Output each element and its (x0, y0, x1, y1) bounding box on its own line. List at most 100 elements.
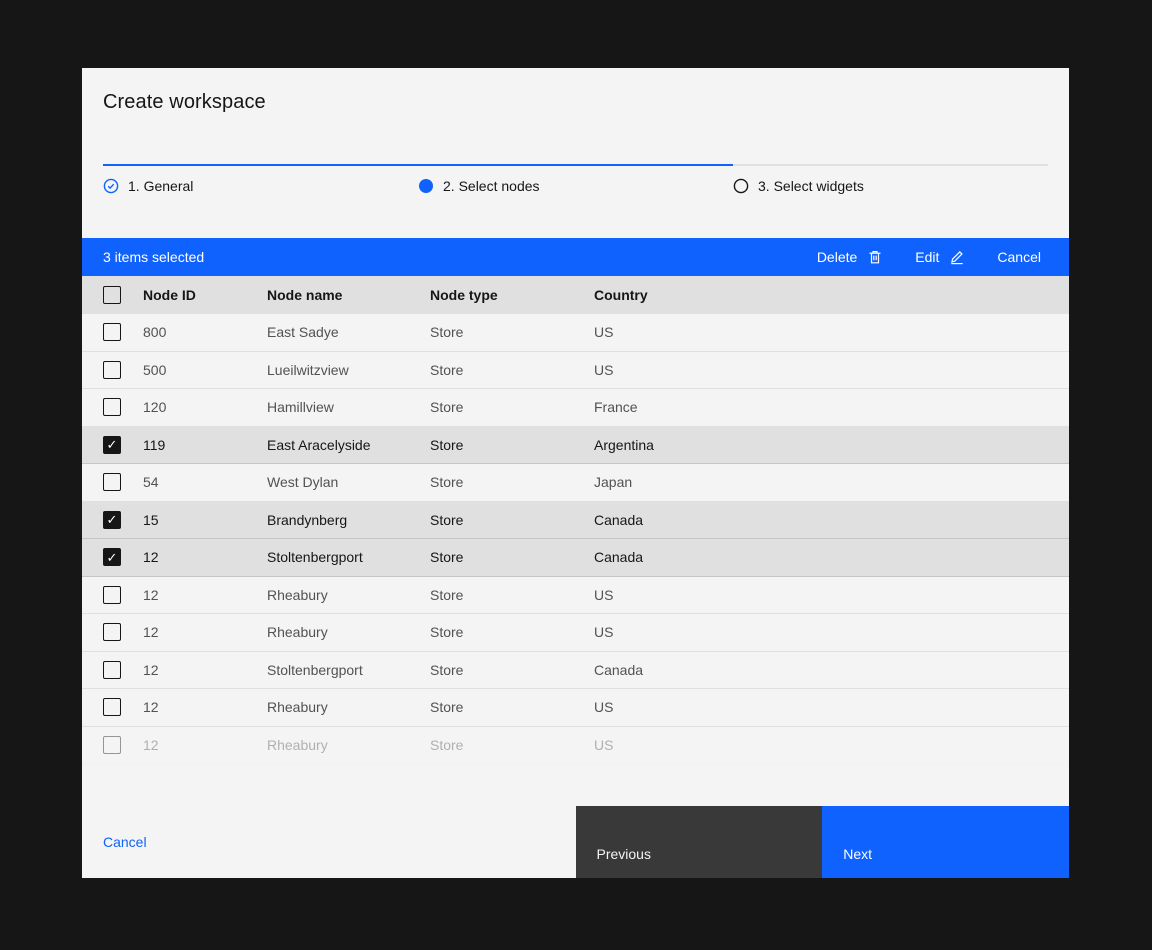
cell-node-id: 12 (143, 549, 267, 565)
row-checkbox[interactable] (103, 361, 121, 379)
table-row[interactable]: ✓ 15 Brandynberg Store Canada (82, 502, 1069, 540)
batch-action-label: Edit (915, 249, 939, 265)
cell-node-id: 120 (143, 399, 267, 415)
cell-country: France (594, 399, 1069, 415)
cell-node-type: Store (430, 624, 594, 640)
batch-action-delete-button[interactable]: Delete (801, 238, 899, 276)
create-workspace-modal: Create workspace 1. General 2. Select no… (82, 68, 1069, 878)
progress-indicator: 1. General 2. Select nodes 3. Select wid… (103, 164, 1048, 194)
batch-action-edit-button[interactable]: Edit (899, 238, 981, 276)
step-label: 2. Select nodes (443, 178, 540, 194)
row-checkbox[interactable] (103, 473, 121, 491)
cell-node-type: Store (430, 662, 594, 678)
cell-country: Canada (594, 662, 1069, 678)
cell-node-type: Store (430, 699, 594, 715)
cell-node-type: Store (430, 587, 594, 603)
previous-button[interactable]: Previous (576, 806, 823, 878)
trash-icon (867, 249, 883, 265)
cell-node-id: 12 (143, 662, 267, 678)
table-row[interactable]: 12 Stoltenbergport Store Canada (82, 652, 1069, 690)
cell-node-type: Store (430, 737, 594, 753)
cell-node-type: Store (430, 549, 594, 565)
step-incomplete-icon (733, 178, 749, 194)
cell-country: US (594, 587, 1069, 603)
batch-action-label: Delete (817, 249, 857, 265)
cell-node-id: 500 (143, 362, 267, 378)
row-checkbox[interactable]: ✓ (103, 436, 121, 454)
row-checkbox[interactable]: ✓ (103, 511, 121, 529)
table-row[interactable]: 500 Lueilwitzview Store US (82, 352, 1069, 390)
step-label: 1. General (128, 178, 193, 194)
column-header-node-id[interactable]: Node ID (143, 287, 267, 303)
cell-country: US (594, 624, 1069, 640)
row-checkbox[interactable]: ✓ (103, 548, 121, 566)
batch-action-label: Cancel (997, 249, 1041, 265)
batch-action-cancel-button[interactable]: Cancel (981, 238, 1057, 276)
table-row[interactable]: 120 Hamillview Store France (82, 389, 1069, 427)
row-checkbox[interactable] (103, 698, 121, 716)
step-label: 3. Select widgets (758, 178, 864, 194)
cell-node-name: Rheabury (267, 587, 430, 603)
cell-node-id: 15 (143, 512, 267, 528)
next-button[interactable]: Next (822, 806, 1069, 878)
cell-node-type: Store (430, 399, 594, 415)
table-row[interactable]: 54 West Dylan Store Japan (82, 464, 1069, 502)
nodes-table: Node ID Node name Node type Country 800 … (82, 276, 1069, 764)
modal-header: Create workspace 1. General 2. Select no… (82, 68, 1069, 238)
cell-node-id: 12 (143, 737, 267, 753)
cell-node-name: Rheabury (267, 737, 430, 753)
cell-country: US (594, 324, 1069, 340)
cell-node-name: West Dylan (267, 474, 430, 490)
cell-node-name: Hamillview (267, 399, 430, 415)
cell-node-type: Store (430, 437, 594, 453)
select-all-checkbox[interactable] (103, 286, 121, 304)
table-body: 800 East Sadye Store US 500 Lueilwitzvie… (82, 314, 1069, 764)
cell-node-type: Store (430, 362, 594, 378)
cell-node-name: Stoltenbergport (267, 662, 430, 678)
cell-country: US (594, 737, 1069, 753)
column-header-node-name[interactable]: Node name (267, 287, 430, 303)
cell-node-name: Stoltenbergport (267, 549, 430, 565)
cell-node-name: Rheabury (267, 699, 430, 715)
cell-node-id: 12 (143, 699, 267, 715)
cell-node-name: Lueilwitzview (267, 362, 430, 378)
cell-country: Japan (594, 474, 1069, 490)
table-row[interactable]: 12 Rheabury Store US (82, 727, 1069, 765)
row-checkbox[interactable] (103, 623, 121, 641)
table-row[interactable]: 12 Rheabury Store US (82, 689, 1069, 727)
progress-step-complete[interactable]: 1. General (103, 164, 418, 194)
batch-actions: Delete Edit Cancel (801, 238, 1057, 276)
cell-node-id: 12 (143, 587, 267, 603)
step-current-icon (418, 178, 434, 194)
cell-node-type: Store (430, 324, 594, 340)
column-header-country[interactable]: Country (594, 287, 1069, 303)
table-row[interactable]: 12 Rheabury Store US (82, 577, 1069, 615)
cell-node-name: East Aracelyside (267, 437, 430, 453)
table-header-row: Node ID Node name Node type Country (82, 276, 1069, 314)
table-row[interactable]: 12 Rheabury Store US (82, 614, 1069, 652)
batch-actions-bar: 3 items selected Delete Edit Cancel (82, 238, 1069, 276)
step-complete-icon (103, 178, 119, 194)
table-row[interactable]: ✓ 12 Stoltenbergport Store Canada (82, 539, 1069, 577)
cell-country: Canada (594, 512, 1069, 528)
row-checkbox[interactable] (103, 736, 121, 754)
row-checkbox[interactable] (103, 586, 121, 604)
table-row[interactable]: 800 East Sadye Store US (82, 314, 1069, 352)
footer-cancel-area: Cancel (82, 806, 576, 878)
row-checkbox[interactable] (103, 398, 121, 416)
cell-node-id: 54 (143, 474, 267, 490)
progress-step-current[interactable]: 2. Select nodes (418, 164, 733, 194)
table-row[interactable]: ✓ 119 East Aracelyside Store Argentina (82, 427, 1069, 465)
cell-node-id: 800 (143, 324, 267, 340)
row-checkbox[interactable] (103, 661, 121, 679)
cell-node-name: Brandynberg (267, 512, 430, 528)
cell-node-id: 12 (143, 624, 267, 640)
cancel-link[interactable]: Cancel (103, 834, 147, 850)
cell-country: Canada (594, 549, 1069, 565)
cell-node-name: East Sadye (267, 324, 430, 340)
column-header-node-type[interactable]: Node type (430, 287, 594, 303)
cell-country: Argentina (594, 437, 1069, 453)
progress-step-incomplete[interactable]: 3. Select widgets (733, 164, 1048, 194)
row-checkbox[interactable] (103, 323, 121, 341)
cell-node-name: Rheabury (267, 624, 430, 640)
